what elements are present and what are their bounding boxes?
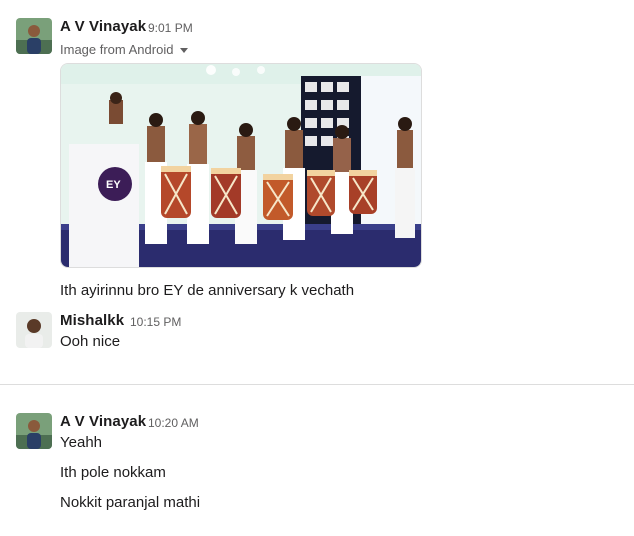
timestamp[interactable]: 9:01 PM (148, 21, 193, 35)
avatar[interactable] (16, 413, 52, 449)
file-title[interactable]: Image from Android (60, 42, 173, 57)
image-attachment[interactable]: EY (60, 63, 422, 268)
photo-icon: EY (61, 64, 421, 267)
day-divider (0, 384, 634, 385)
message-text: Nokkit paranjal mathi (60, 494, 201, 511)
sender-name[interactable]: A V Vinayak (60, 18, 146, 35)
message-text: Ith ayirinnu bro EY de anniversary k vec… (60, 282, 355, 299)
message-text: Ooh nice (60, 333, 121, 350)
sender-name[interactable]: Mishalkk (60, 312, 124, 329)
avatar[interactable] (16, 18, 52, 54)
message-text: Ith pole nokkam (60, 464, 166, 481)
timestamp[interactable]: 10:20 AM (148, 416, 199, 430)
timestamp[interactable]: 10:15 PM (130, 315, 181, 329)
logo-text: EY (106, 179, 121, 191)
sender-name[interactable]: A V Vinayak (60, 413, 146, 430)
chevron-down-icon[interactable] (180, 48, 188, 53)
message-text: Yeahh (60, 434, 102, 451)
avatar[interactable] (16, 312, 52, 348)
